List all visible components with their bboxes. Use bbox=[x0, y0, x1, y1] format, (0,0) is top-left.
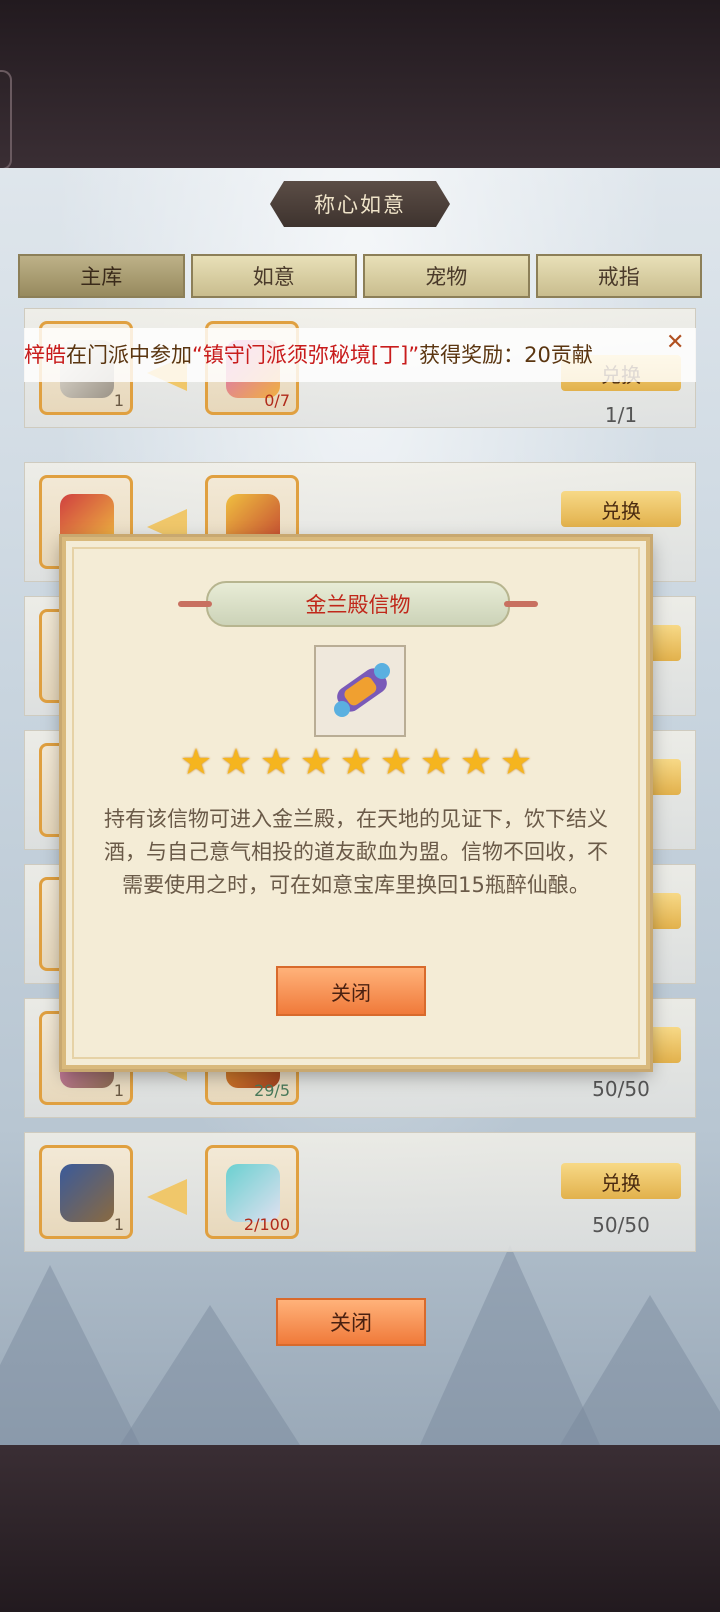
star-icon: ★ bbox=[419, 742, 453, 783]
tab-bar: 主库 如意 宠物 戒指 bbox=[18, 254, 702, 298]
close-icon[interactable]: ✕ bbox=[666, 330, 684, 355]
ticker-event-name: “镇守门派须弥秘境[丁]” bbox=[192, 343, 420, 367]
item-icon bbox=[314, 645, 406, 737]
close-button[interactable]: 关闭 bbox=[276, 1298, 426, 1346]
panel-title: 称心如意 bbox=[270, 181, 450, 227]
dialog-close-button[interactable]: 关闭 bbox=[276, 966, 426, 1016]
cost-item-slot[interactable]: 2/100 bbox=[205, 1145, 299, 1239]
broadcast-ticker: 梓皓在门派中参加“镇守门派须弥秘境[丁]”获得奖励：20贡献 bbox=[24, 328, 696, 382]
ticker-reward-text: 获得奖励：20贡献 bbox=[419, 343, 593, 367]
exchange-row: 1 2/100 兑换 50/50 bbox=[24, 1132, 696, 1252]
cost-quantity: 29/5 bbox=[254, 1081, 290, 1100]
star-icon: ★ bbox=[299, 742, 333, 783]
star-icon: ★ bbox=[499, 742, 533, 783]
scroll-icon bbox=[334, 663, 390, 717]
exchange-limit: 50/50 bbox=[592, 1077, 650, 1101]
reward-quantity: 1 bbox=[113, 1215, 124, 1234]
side-handle[interactable] bbox=[0, 70, 12, 170]
dialog-title: 金兰殿信物 bbox=[178, 581, 538, 627]
mountain-decoration bbox=[0, 1265, 140, 1445]
exchange-limit: 50/50 bbox=[592, 1213, 650, 1237]
arrow-left-icon bbox=[147, 1179, 187, 1215]
jade-item-icon bbox=[226, 1164, 280, 1222]
tab-main[interactable]: 主库 bbox=[18, 254, 185, 298]
bottom-bar bbox=[0, 1445, 720, 1612]
reward-item-slot[interactable]: 1 bbox=[39, 1145, 133, 1239]
tab-ring[interactable]: 戒指 bbox=[535, 254, 702, 298]
ticker-player-name: 梓皓 bbox=[24, 343, 66, 367]
star-icon: ★ bbox=[339, 742, 373, 783]
exchange-button[interactable]: 兑换 bbox=[561, 491, 681, 527]
exchange-button[interactable]: 兑换 bbox=[561, 1163, 681, 1199]
star-icon: ★ bbox=[459, 742, 493, 783]
exchange-limit: 1/1 bbox=[604, 403, 638, 427]
star-rating: ★ ★ ★ ★ ★ ★ ★ ★ ★ bbox=[66, 742, 646, 783]
tent-item-icon bbox=[60, 1164, 114, 1222]
ticker-text: 在门派中参加 bbox=[66, 343, 192, 367]
star-icon: ★ bbox=[219, 742, 253, 783]
star-icon: ★ bbox=[179, 742, 213, 783]
star-icon: ★ bbox=[259, 742, 293, 783]
star-icon: ★ bbox=[379, 742, 413, 783]
reward-quantity: 1 bbox=[113, 1081, 124, 1100]
top-bar bbox=[0, 0, 720, 168]
mountain-decoration bbox=[560, 1295, 720, 1445]
item-detail-dialog: 金兰殿信物 ★ ★ ★ ★ ★ ★ ★ ★ ★ 持有该信物可进入金兰殿，在天地的见证下，饮下结义… bbox=[62, 537, 650, 1069]
mountain-decoration bbox=[120, 1305, 300, 1445]
reward-quantity: 1 bbox=[113, 391, 124, 410]
tab-pet[interactable]: 宠物 bbox=[363, 254, 530, 298]
cost-quantity: 2/100 bbox=[243, 1215, 290, 1234]
cost-quantity: 0/7 bbox=[264, 391, 290, 410]
item-description: 持有该信物可进入金兰殿，在天地的见证下，饮下结义酒，与自己意气相投的道友歃血为盟… bbox=[104, 807, 608, 897]
tab-ruyi[interactable]: 如意 bbox=[190, 254, 357, 298]
